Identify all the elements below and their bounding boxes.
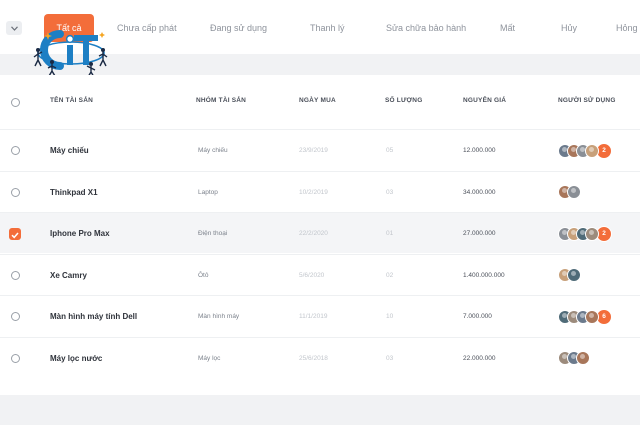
tab-broken[interactable]: Hỏng [616,14,638,42]
tab-unassigned[interactable]: Chưa cấp phát [117,14,177,42]
column-header-group[interactable]: NHÓM TÀI SẢN [196,97,246,104]
column-header-date[interactable]: NGÀY MUA [299,97,336,104]
quantity: 01 [386,230,394,237]
asset-group: Ôtô [198,271,209,279]
quantity: 10 [386,313,394,320]
row-checkbox[interactable] [11,187,20,197]
cit-logo [30,26,112,78]
asset-name: Thinkpad X1 [50,187,98,197]
purchase-date: 11/1/2019 [299,313,328,320]
asset-group: Máy lọc [198,354,221,362]
purchase-date: 25/6/2018 [299,354,328,362]
avatar [576,351,590,365]
asset-name: Màn hình máy tính Dell [50,312,138,321]
column-header-name[interactable]: TÊN TÀI SẢN [50,97,93,104]
user-avatar-group[interactable]: 6 [558,308,612,325]
tab-lost[interactable]: Mất [500,14,515,42]
chevron-down-icon [10,25,18,31]
purchase-date: 22/2/2020 [299,230,328,237]
row-checkbox[interactable] [11,353,20,363]
user-avatar-group[interactable]: 2 [558,142,612,159]
user-avatar-group[interactable] [558,268,581,283]
column-header-qty[interactable]: SỐ LƯỢNG [385,97,422,104]
quantity: 03 [386,354,394,362]
column-header-users[interactable]: NGƯỜI SỬ DỤNG [558,97,616,104]
avatar [585,143,599,158]
table-row[interactable]: Máy chiếu Máy chiếu 23/9/2019 05 12.000.000 2 [0,129,640,170]
tab-in-use[interactable]: Đang sử dụng [210,14,267,42]
avatar [585,226,599,241]
table-row[interactable]: Xe Camry Ôtô 5/6/2020 02 1.400.000.000 [0,253,640,295]
purchase-date: 5/6/2020 [299,271,325,279]
user-avatar-group[interactable] [558,185,581,200]
avatar [585,309,599,324]
purchase-date: 10/2/2019 [299,188,328,196]
row-checkbox[interactable] [11,270,20,280]
avatar [567,268,581,282]
asset-name: Xe Camry [50,270,87,280]
quantity: 03 [386,188,394,196]
asset-table: TÊN TÀI SẢN NHÓM TÀI SẢN NGÀY MUA SỐ LƯỢ… [0,75,640,395]
original-price: 27.000.000 [463,230,496,237]
asset-group: Máy chiếu [198,147,228,154]
table-row[interactable]: Iphone Pro Max Điện thoại 22/2/2020 01 27.00… [0,212,640,253]
select-all-checkbox[interactable] [11,98,20,107]
asset-name: Máy chiếu [50,146,89,155]
column-header-price[interactable]: NGUYÊN GIÁ [463,97,506,104]
purchase-date: 23/9/2019 [299,147,328,154]
asset-name: Máy lọc nước [50,353,103,363]
original-price: 1.400.000.000 [463,271,505,279]
original-price: 34.000.000 [463,188,496,196]
asset-group: Màn hình máy [198,313,240,320]
asset-group: Điện thoại [198,230,228,237]
asset-group: Laptop [198,188,218,196]
user-avatar-group[interactable]: 2 [558,225,612,242]
tab-liquidated[interactable]: Thanh lý [310,14,345,42]
tab-cancelled[interactable]: Hủy [561,14,577,42]
table-row[interactable]: Màn hình máy tính Dell Màn hình máy 11/1/2… [0,295,640,336]
collapse-toggle[interactable] [6,21,22,35]
original-price: 12.000.000 [463,147,496,154]
check-icon [11,232,19,239]
table-row[interactable]: Máy lọc nước Máy lọc 25/6/2018 03 22.000.000 [0,336,640,378]
original-price: 7.000.000 [463,313,492,320]
original-price: 22.000.000 [463,354,496,362]
table-header: TÊN TÀI SẢN NHÓM TÀI SẢN NGÀY MUA SỐ LƯỢ… [0,75,640,127]
row-checkbox[interactable] [11,146,20,155]
avatar [567,185,581,199]
row-checkbox[interactable] [9,228,21,240]
asset-name: Iphone Pro Max [50,229,110,238]
quantity: 02 [386,271,394,279]
quantity: 05 [386,147,394,154]
table-row[interactable]: Thinkpad X1 Laptop 10/2/2019 03 34.000.000 [0,170,640,212]
tab-under-repair[interactable]: Sửa chữa bảo hành [386,14,466,42]
row-checkbox[interactable] [11,312,20,321]
user-avatar-group[interactable] [558,351,590,366]
